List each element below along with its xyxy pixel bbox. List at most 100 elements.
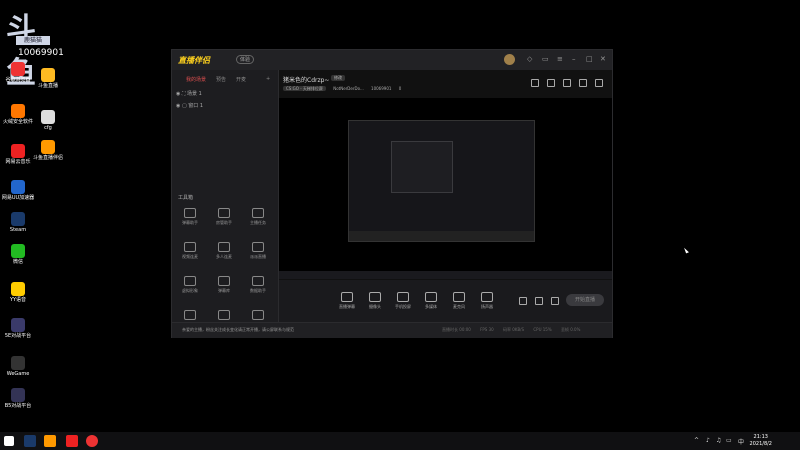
- desktop-icon[interactable]: Steam: [0, 212, 40, 233]
- record-icon[interactable]: [519, 297, 527, 305]
- desktop-icon[interactable]: 5E对战平台: [0, 318, 40, 339]
- network-icon[interactable]: ▭: [726, 437, 732, 444]
- steam-taskbar-icon[interactable]: [24, 435, 36, 447]
- maximize-icon[interactable]: □: [586, 55, 593, 63]
- desktop-icon-label: B5对战平台: [4, 403, 32, 409]
- stream-info: CS:GO - 天梯排位赛 NotNerDerDo... 10069901 0: [283, 86, 407, 92]
- chat-icon[interactable]: ▭: [542, 55, 549, 63]
- language-indicator[interactable]: 中: [738, 437, 744, 446]
- stream-title[interactable]: 猪米色的Cdrzp~: [283, 75, 329, 84]
- modify-title-button[interactable]: 修改: [331, 75, 345, 81]
- chrome-taskbar-icon[interactable]: [86, 435, 98, 447]
- app-icon: [41, 110, 55, 124]
- control-button[interactable]: 直播弹幕: [334, 292, 360, 310]
- desktop-icon[interactable]: cfg: [26, 110, 70, 131]
- desktop-icon[interactable]: WeGame: [0, 356, 40, 377]
- tool-icon: [218, 208, 230, 218]
- tool-button[interactable]: 房管助手: [210, 208, 238, 226]
- live-companion-window[interactable]: 直播伴侣 体验 ◇ ▭ ≡ – □ ✕ 我的场景 预告 开麦 + ◉ ⛶ 场景 …: [171, 49, 613, 338]
- stream-canvas[interactable]: [279, 98, 612, 279]
- mic-icon[interactable]: ♪: [706, 437, 710, 444]
- control-button[interactable]: 麦克风: [446, 292, 472, 310]
- desktop-icon-label: cfg: [44, 125, 52, 131]
- desktop-icon[interactable]: 斗鱼直播: [26, 68, 70, 89]
- control-label: 扬声器: [481, 304, 493, 309]
- desktop-icon[interactable]: 网易UU加速器: [0, 180, 40, 201]
- app-icon: [11, 212, 25, 226]
- app-icon: [11, 180, 25, 194]
- desktop-icon-label: Steam: [9, 227, 27, 233]
- control-icon: [397, 292, 409, 302]
- control-button[interactable]: 多媒体: [418, 292, 444, 310]
- desktop-icon-label: 斗鱼直播: [37, 83, 58, 89]
- tab-preview[interactable]: 预告: [216, 76, 226, 83]
- app-icon: [11, 244, 25, 258]
- tool-icon: [184, 276, 196, 286]
- title-bar[interactable]: 直播伴侣 体验 ◇ ▭ ≡ – □ ✕: [172, 50, 612, 70]
- stat: FPS 30: [480, 327, 494, 332]
- control-icon: [453, 292, 465, 302]
- tool-icon: [252, 310, 264, 320]
- stat: CPU 15%: [533, 327, 552, 332]
- scene-item-1[interactable]: ◉ ⛶ 场景 1: [176, 90, 202, 97]
- desktop-icon[interactable]: B5对战平台: [0, 388, 40, 409]
- settings-icon[interactable]: [595, 79, 603, 87]
- tool-button[interactable]: 派派直播: [244, 242, 272, 260]
- clock-date: 2021/8/2: [749, 441, 772, 447]
- tool-label: 弹幕助手: [182, 220, 198, 225]
- stat: 丢帧 0.0%: [560, 327, 581, 332]
- gear-icon[interactable]: [551, 297, 559, 305]
- category-badge[interactable]: CS:GO - 天梯排位赛: [283, 86, 326, 91]
- tool-label: 弹幕库: [218, 288, 230, 293]
- tool-button[interactable]: 主播任务: [244, 208, 272, 226]
- tool-button[interactable]: 弹幕库: [210, 276, 238, 294]
- tool-icon: [252, 242, 264, 252]
- version-badge[interactable]: 体验: [236, 55, 255, 64]
- tool-icon: [184, 208, 196, 218]
- desktop-icon[interactable]: YY语音: [0, 282, 40, 303]
- close-icon[interactable]: ✕: [600, 55, 606, 63]
- control-button[interactable]: 扬声器: [474, 292, 500, 310]
- go-live-button[interactable]: 开始直播: [566, 294, 604, 306]
- desktop-icon[interactable]: 斗鱼直播伴侣: [26, 140, 70, 161]
- add-scene-icon[interactable]: +: [266, 76, 270, 82]
- control-button[interactable]: 摄像头: [362, 292, 388, 310]
- tool-button[interactable]: 多人连麦: [210, 242, 238, 260]
- desktop-icon[interactable]: 微信: [0, 244, 40, 265]
- netease-taskbar-icon[interactable]: [66, 435, 78, 447]
- tool-button[interactable]: 数据助手: [244, 276, 272, 294]
- desktop-icon-label: 5E对战平台: [4, 333, 32, 339]
- scene-item-2[interactable]: ◉ ▢ 窗口 1: [176, 102, 203, 109]
- nested-window: [391, 141, 453, 193]
- windows-start-icon[interactable]: [4, 436, 14, 446]
- control-button[interactable]: 手机投屏: [390, 292, 416, 310]
- watermark-label: 鹿猫猫: [16, 36, 50, 45]
- clock[interactable]: 21:13 2021/8/2: [750, 434, 772, 448]
- streamer-name: NotNerDerDo...: [333, 86, 364, 91]
- tool-label: 视频连麦: [182, 254, 198, 259]
- screenshot-icon[interactable]: [531, 79, 539, 87]
- tool-button[interactable]: 弹幕助手: [176, 208, 204, 226]
- room-id: 10069901: [371, 86, 392, 91]
- douyu-taskbar-icon[interactable]: [44, 435, 56, 447]
- tool-button[interactable]: 虚拟形象: [176, 276, 204, 294]
- tool-icon: [184, 310, 196, 320]
- feedback-icon[interactable]: ◇: [527, 55, 532, 63]
- stream-stats: 直播时长 00:00 FPS 30 码率 0KB/S CPU 15% 丢帧 0.…: [442, 327, 588, 333]
- volume-icon[interactable]: ♫: [716, 437, 721, 444]
- mute-icon[interactable]: [535, 297, 543, 305]
- tool-label: 数据助手: [250, 288, 266, 293]
- notice-text: 亲爱的主播，粉丝关注成长变化请正常开播，请公屏联系与规范: [182, 327, 294, 332]
- menu-icon[interactable]: ≡: [557, 55, 563, 63]
- app-icon: [11, 282, 25, 296]
- share-icon[interactable]: [563, 79, 571, 87]
- avatar[interactable]: [504, 54, 515, 65]
- lock-icon[interactable]: [547, 79, 555, 87]
- chevron-up-icon[interactable]: ^: [694, 437, 699, 444]
- minimize-icon[interactable]: –: [572, 55, 576, 63]
- tab-scenes[interactable]: 我的场景: [186, 76, 206, 83]
- tab-mic[interactable]: 开麦: [236, 76, 246, 83]
- desktop-icon-label: 网易UU加速器: [1, 195, 35, 201]
- bell-icon[interactable]: [579, 79, 587, 87]
- tool-button[interactable]: 视频连麦: [176, 242, 204, 260]
